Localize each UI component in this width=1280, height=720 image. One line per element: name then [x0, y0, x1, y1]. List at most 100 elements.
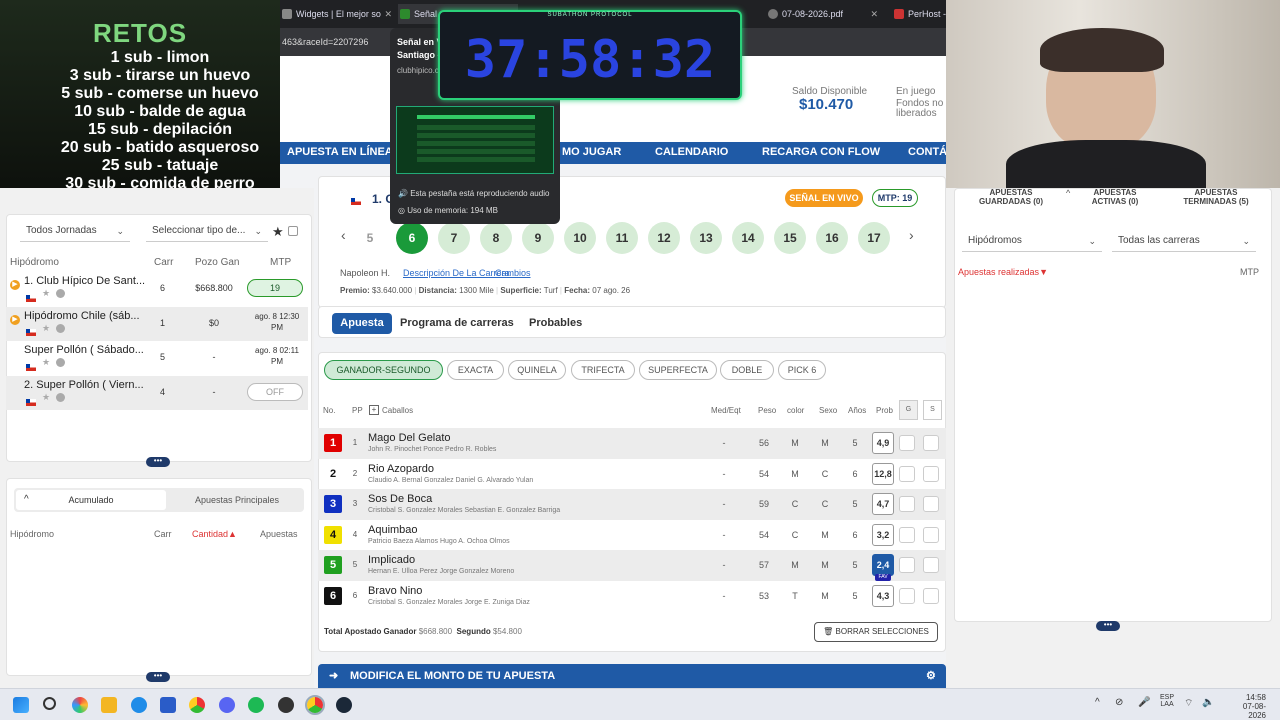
close-icon[interactable]: ✕	[870, 4, 878, 24]
tab-probables[interactable]: Probables	[529, 317, 582, 329]
hipodromo-row[interactable]: 2. Super Pollón ( Viern... ★ 4 - OFF	[6, 376, 308, 411]
clock[interactable]: 14:58 07-08-2026	[1226, 693, 1266, 720]
ganador-checkbox[interactable]	[899, 465, 915, 482]
favorites-checkbox[interactable]	[288, 226, 298, 236]
race-number-14[interactable]: 14	[732, 222, 764, 254]
ganador-checkbox[interactable]	[899, 496, 915, 513]
hipodromo-row[interactable]: ▶ 1. Club Hípico De Sant... ★ 6 $668.800 19	[6, 272, 308, 306]
race-number-10[interactable]: 10	[564, 222, 596, 254]
tab-guardadas[interactable]: APUESTAS GUARDADAS (0)	[968, 188, 1054, 206]
race-number-17[interactable]: 17	[858, 222, 890, 254]
tab-activas[interactable]: APUESTAS ACTIVAS (0)	[1082, 188, 1148, 206]
race-number-12[interactable]: 12	[648, 222, 680, 254]
bet-type-pick-6[interactable]: PICK 6	[778, 360, 826, 380]
discord-icon[interactable]	[219, 697, 235, 713]
nav-apuesta-en-linea[interactable]: APUESTA EN LÍNEA	[287, 146, 393, 158]
store-icon[interactable]	[160, 697, 176, 713]
star-icon[interactable]: ★	[42, 392, 50, 403]
tab-acumulado[interactable]: ^ Acumulado	[16, 490, 166, 510]
race-prev-arrow[interactable]: ‹	[341, 227, 346, 243]
segundo-checkbox[interactable]	[923, 557, 939, 574]
browser-tab-perhost[interactable]: PerHost -	[892, 4, 952, 24]
jornadas-select[interactable]: Todos Jornadas ⌄	[20, 220, 130, 242]
race-number-8[interactable]: 8	[480, 222, 512, 254]
col-s[interactable]: S	[923, 400, 942, 420]
edge-icon[interactable]	[131, 697, 147, 713]
steam-icon[interactable]	[336, 697, 352, 713]
cambios-link[interactable]: Cambios	[495, 268, 531, 278]
tab-terminadas[interactable]: APUESTAS TERMINADAS (5)	[1168, 188, 1264, 206]
race-next-arrow[interactable]: ›	[909, 227, 914, 243]
windows-start-icon[interactable]	[13, 697, 29, 713]
hipodromo-mtp[interactable]: 19	[247, 279, 303, 297]
nav-recarga[interactable]: RECARGA CON FLOW	[762, 146, 880, 158]
segundo-checkbox[interactable]	[923, 526, 939, 543]
segundo-checkbox[interactable]	[923, 435, 939, 451]
col-g[interactable]: G	[899, 400, 918, 420]
hipodromo-mtp[interactable]: OFF	[247, 383, 303, 402]
star-icon[interactable]: ★	[42, 357, 50, 368]
segundo-checkbox[interactable]	[923, 496, 939, 513]
segundo-checkbox[interactable]	[923, 465, 939, 482]
language-indicator[interactable]: ESP LAA	[1160, 694, 1174, 708]
browser-tab-widgets[interactable]: Widgets | El mejor so ✕	[280, 4, 396, 24]
gear-icon[interactable]: ⚙	[926, 664, 936, 688]
file-explorer-icon[interactable]	[101, 697, 117, 713]
bet-type-trifecta[interactable]: TRIFECTA	[571, 360, 635, 380]
tray-chevron-icon[interactable]: ^	[1095, 697, 1100, 708]
race-number-7[interactable]: 7	[438, 222, 470, 254]
tab-apuestas-principales[interactable]: Apuestas Principales	[172, 490, 302, 510]
spotify-icon[interactable]	[248, 697, 264, 713]
microphone-icon[interactable]: 🎤	[1138, 697, 1150, 708]
chevron-up-icon[interactable]: ^	[1066, 188, 1070, 198]
modifica-monto-bar[interactable]: ➜ MODIFICA EL MONTO DE TU APUESTA ⚙	[318, 664, 946, 688]
race-description-link[interactable]: Descripción De La Carrera	[403, 268, 510, 278]
borrar-selecciones-button[interactable]: 🗑 BORRAR SELECCIONES	[814, 622, 938, 642]
race-number-15[interactable]: 15	[774, 222, 806, 254]
browser-tab-pdf[interactable]: 07-08-2026.pdf ✕	[766, 4, 882, 24]
copilot-icon[interactable]	[72, 697, 88, 713]
hipodromo-row[interactable]: Super Pollón ( Sábado... ★ 5 - ago. 8 02:11 …	[6, 341, 308, 375]
race-number-5[interactable]: 5	[354, 222, 386, 254]
bet-type-ganador-segundo[interactable]: GANADOR-SEGUNDO	[324, 360, 443, 380]
tab-programa[interactable]: Programa de carreras	[400, 317, 514, 329]
obs-icon[interactable]	[278, 697, 294, 713]
network-icon[interactable]: ⊘	[1115, 697, 1123, 708]
live-signal-button[interactable]: SEÑAL EN VIVO	[785, 189, 863, 207]
ganador-checkbox[interactable]	[899, 557, 915, 574]
chrome-active-icon[interactable]	[305, 695, 325, 715]
race-number-9[interactable]: 9	[522, 222, 554, 254]
info-icon[interactable]	[56, 289, 65, 298]
resize-handle[interactable]: •••	[146, 672, 170, 682]
bet-type-exacta[interactable]: EXACTA	[447, 360, 504, 380]
resize-handle[interactable]: •••	[146, 457, 170, 467]
bet-type-superfecta[interactable]: SUPERFECTA	[639, 360, 717, 380]
carreras-select[interactable]: Todas las carreras ⌄	[1112, 230, 1256, 252]
close-icon[interactable]: ✕	[384, 4, 392, 24]
nav-como-jugar[interactable]: MO JUGAR	[562, 146, 621, 158]
segundo-checkbox[interactable]	[923, 588, 939, 604]
chrome-icon[interactable]	[189, 697, 205, 713]
volume-icon[interactable]: 🔈	[1202, 697, 1214, 708]
nav-calendario[interactable]: CALENDARIO	[655, 146, 728, 158]
ganador-checkbox[interactable]	[899, 435, 915, 451]
resize-handle[interactable]: •••	[1096, 621, 1120, 631]
hipodromo-row[interactable]: ▶ Hipódromo Chile (sáb... ★ 1 $0 ago. 8 12:30…	[6, 306, 308, 341]
info-icon[interactable]	[56, 358, 65, 368]
star-icon[interactable]: ★	[272, 224, 284, 240]
search-icon[interactable]	[43, 697, 56, 710]
bet-type-quinela[interactable]: QUINELA	[508, 360, 566, 380]
hipodromos-select[interactable]: Hipódromos ⌄	[962, 230, 1102, 252]
race-number-16[interactable]: 16	[816, 222, 848, 254]
apuestas-realizadas-sort[interactable]: Apuestas realizadas▼	[958, 267, 1048, 277]
tipo-select[interactable]: Seleccionar tipo de... ⌄	[146, 220, 268, 242]
info-icon[interactable]	[56, 393, 65, 403]
race-number-11[interactable]: 11	[606, 222, 638, 254]
star-icon[interactable]: ★	[42, 288, 50, 299]
expand-all-icon[interactable]: +	[369, 405, 379, 415]
wifi-icon[interactable]: ⌔	[1184, 697, 1193, 710]
ganador-checkbox[interactable]	[899, 588, 915, 604]
race-number-13[interactable]: 13	[690, 222, 722, 254]
bet-type-doble[interactable]: DOBLE	[720, 360, 774, 380]
star-icon[interactable]: ★	[42, 323, 50, 334]
